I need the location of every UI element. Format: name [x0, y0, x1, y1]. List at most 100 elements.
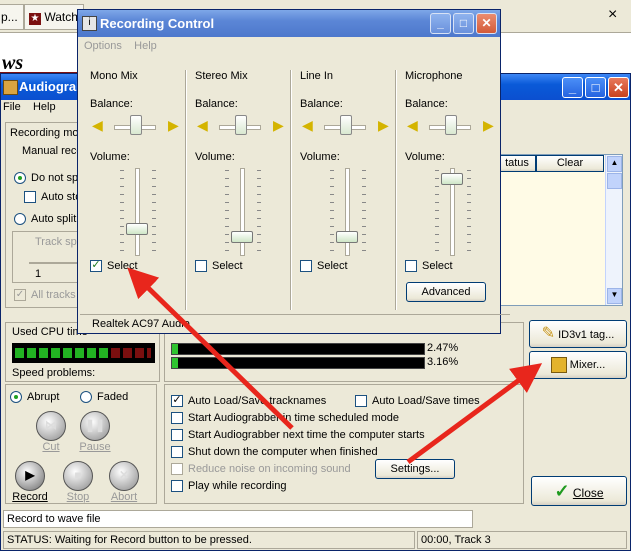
pause-button[interactable]: ❚❚ Pause — [78, 411, 112, 453]
faded-radio[interactable]: Faded — [80, 391, 128, 403]
rec-title-bar: i Recording Control _ □ ✕ — [78, 10, 500, 37]
browser-close-icon[interactable]: × — [608, 6, 617, 24]
menu-file[interactable]: File — [3, 101, 21, 113]
radio-dot — [14, 172, 26, 184]
volume-track[interactable] — [135, 168, 140, 256]
rec-maximize-button[interactable]: □ — [453, 13, 474, 34]
close-button-label: Close — [572, 486, 604, 500]
option-play-while-recording[interactable]: Play while recording — [171, 480, 286, 492]
balance-thumb[interactable] — [340, 115, 352, 135]
list-scrollbar[interactable]: ▲ ▼ — [605, 155, 622, 305]
volume-thumb[interactable] — [441, 173, 463, 185]
checkbox-box — [171, 446, 183, 458]
volume-thumb[interactable] — [231, 231, 253, 243]
mixer-app-icon: i — [82, 16, 97, 31]
select-checkbox[interactable]: Select — [300, 260, 348, 272]
minimize-button[interactable]: _ — [562, 77, 583, 98]
abrupt-radio[interactable]: Abrupt — [10, 391, 59, 403]
app-icon — [3, 80, 18, 95]
checkbox-box — [171, 412, 183, 424]
auto-stop-label: Auto sto — [41, 191, 82, 203]
auto-split-radio[interactable]: Auto split — [14, 213, 76, 225]
do-not-split-radio[interactable]: Do not sp — [14, 172, 78, 184]
record-button[interactable]: ▶ Record — [10, 461, 50, 503]
pause-icon: ❚❚ — [80, 411, 110, 441]
pause-label: Pause — [79, 441, 111, 453]
balance-thumb[interactable] — [235, 115, 247, 135]
speaker-left-icon: ◀ — [407, 117, 418, 133]
auto-stop-checkbox[interactable]: Auto sto — [24, 191, 81, 203]
mixer-button-label: Mixer... — [569, 359, 606, 371]
track-list[interactable]: tatus Clear ▲ ▼ — [497, 154, 623, 306]
select-checkbox[interactable]: Select — [405, 260, 453, 272]
volume-thumb[interactable] — [336, 231, 358, 243]
manual-label: Manual reco — [22, 145, 83, 157]
main-menubar: File Help — [3, 101, 56, 113]
all-tracks-checkbox[interactable]: ✓ All tracks — [14, 289, 76, 301]
scroll-down-icon[interactable]: ▼ — [607, 288, 622, 304]
status-text: STATUS: Waiting for Record button to be … — [3, 531, 415, 549]
advanced-button[interactable]: Advanced — [406, 282, 486, 302]
stop-icon: ■ — [63, 461, 93, 491]
checkbox-box — [405, 260, 417, 272]
select-checkbox[interactable]: ✓ Select — [90, 260, 138, 272]
status-column-header[interactable]: tatus — [498, 155, 536, 172]
rec-close-button[interactable]: ✕ — [476, 13, 497, 34]
stop-button[interactable]: ■ Stop — [58, 461, 98, 503]
rec-menu-options[interactable]: Options — [84, 40, 122, 52]
channel-name: Line In — [300, 70, 334, 82]
rec-menubar: Options Help — [84, 40, 157, 52]
balance-thumb[interactable] — [445, 115, 457, 135]
checkbox-box — [195, 260, 207, 272]
maximize-button[interactable]: □ — [585, 77, 606, 98]
checkbox-box: ✓ — [171, 394, 183, 407]
option-reduce-noise[interactable]: Reduce noise on incoming sound — [171, 463, 351, 475]
close-window-button[interactable]: ✕ — [608, 77, 629, 98]
checkbox-box: ✓ — [90, 259, 102, 272]
peak-value-right: 3.16% — [427, 356, 459, 368]
select-label: Select — [212, 260, 243, 272]
rec-menu-help[interactable]: Help — [134, 40, 157, 52]
menu-help[interactable]: Help — [33, 101, 56, 113]
recording-control-dialog: i Recording Control _ □ ✕ Options Help M… — [77, 9, 510, 334]
browser-tab-2[interactable]: ★ Watch — [24, 4, 84, 30]
settings-button[interactable]: Settings... — [375, 459, 455, 479]
clear-column-header[interactable]: Clear — [536, 155, 604, 172]
scroll-thumb[interactable] — [607, 173, 622, 189]
options-group: ✓ Auto Load/Save tracknames Auto Load/Sav… — [164, 384, 524, 504]
balance-thumb[interactable] — [130, 115, 142, 135]
checkbox-box — [355, 395, 367, 407]
cut-button[interactable]: ⋈ Cut — [34, 411, 68, 453]
star-icon: ★ — [29, 13, 41, 25]
scroll-up-icon[interactable]: ▲ — [607, 156, 622, 172]
close-button[interactable]: ✓ Close — [531, 476, 627, 506]
option-shut-down[interactable]: Shut down the computer when finished — [171, 446, 378, 458]
option-auto-load-times[interactable]: Auto Load/Save times — [355, 395, 480, 407]
volume-thumb[interactable] — [126, 223, 148, 235]
transport-group: Abrupt Faded ⋈ Cut ❚❚ Pause ▶ Record ■ S… — [5, 384, 157, 504]
mixer-button[interactable]: Mixer... — [529, 351, 627, 379]
option-start-with-computer[interactable]: Start Audiograbber next time the compute… — [171, 429, 425, 441]
select-checkbox[interactable]: Select — [195, 260, 243, 272]
browser-tab-1[interactable]: p... — [0, 4, 24, 30]
checkbox-box — [300, 260, 312, 272]
option-auto-load-tracknames[interactable]: ✓ Auto Load/Save tracknames — [171, 395, 326, 407]
rec-minimize-button[interactable]: _ — [430, 13, 451, 34]
auto-split-label: Auto split — [31, 213, 77, 225]
status-time: 00:00, Track 3 — [417, 531, 627, 549]
select-label: Select — [317, 260, 348, 272]
option-label: Auto Load/Save times — [372, 395, 480, 407]
abort-icon: ✕ — [109, 461, 139, 491]
checkbox-box: ✓ — [14, 289, 26, 301]
record-icon: ▶ — [15, 461, 45, 491]
volume-ticks — [435, 170, 439, 252]
volume-ticks — [257, 170, 261, 252]
volume-ticks — [225, 170, 229, 252]
stop-label: Stop — [66, 491, 90, 503]
option-time-scheduled[interactable]: Start Audiograbber in time scheduled mod… — [171, 412, 399, 424]
browser-tab-2-label: Watch — [44, 10, 78, 24]
id3-tag-button[interactable]: ✎ ID3v1 tag... — [529, 320, 627, 348]
abort-button[interactable]: ✕ Abort — [104, 461, 144, 503]
browser-tab-1-label: p... — [1, 10, 18, 24]
balance-label: Balance: — [90, 98, 133, 110]
